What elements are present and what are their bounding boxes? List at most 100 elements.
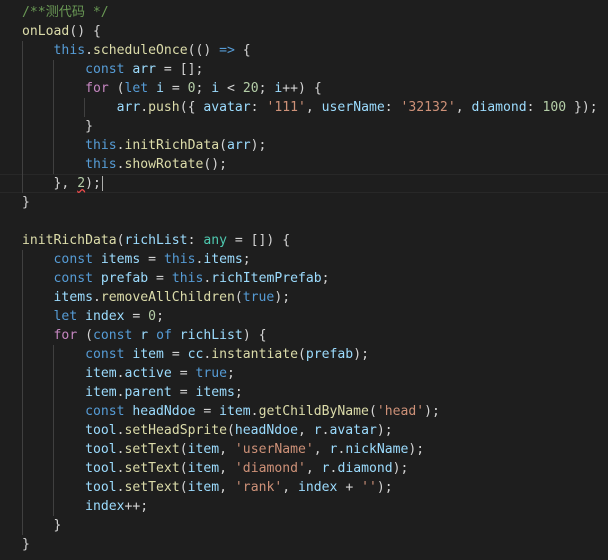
code-token: index [298,480,338,495]
code-token: . [92,290,101,305]
code-token: true [195,366,228,381]
indentation [22,461,85,476]
code-token: , [305,100,322,115]
code-token: setText [124,461,180,476]
code-text: tool.setText(item, 'rank', index + ''); [22,478,393,497]
code-token: ); [408,442,425,457]
indentation [22,271,54,286]
code-line[interactable]: this.showRotate(); [0,155,608,174]
code-line[interactable]: for (const r of richList) { [0,326,608,345]
indentation [22,138,85,153]
code-line[interactable]: tool.setText(item, 'rank', index + ''); [0,478,608,497]
code-text: items.removeAllChildren(true); [22,288,291,307]
indentation [22,81,85,96]
code-line[interactable]: arr.push({ avatar: '111', userName: '321… [0,98,608,117]
code-token: = []) { [227,233,291,248]
code-token: 'rank' [234,480,283,495]
code-token: /**测代码 */ [22,5,109,20]
code-token: 'head' [376,404,425,419]
code-line[interactable]: } [0,535,608,554]
code-token: . [250,404,259,419]
code-token: } [85,119,93,134]
code-token: scheduleOnce [92,43,188,58]
code-line[interactable]: item.parent = items; [0,383,608,402]
code-token: , [219,442,235,457]
code-token: initRichData [22,233,117,248]
code-text: const prefab = this.richItemPrefab; [22,269,330,288]
code-token: const [85,347,125,362]
code-token: const [53,252,93,267]
code-line[interactable]: } [0,117,608,136]
code-token: ++; [124,499,149,514]
code-token: richList [179,328,243,343]
code-line[interactable] [0,212,608,231]
code-text: index++; [22,497,148,516]
code-token: tool [85,480,117,495]
code-token: { [234,43,251,58]
code-line[interactable]: tool.setText(item, 'userName', r.nickNam… [0,440,608,459]
code-token: ++) { [282,81,322,96]
indentation [22,252,54,267]
code-line[interactable]: const headNdoe = item.getChildByName('he… [0,402,608,421]
code-token: ; [234,385,243,400]
code-line[interactable]: } [0,516,608,535]
code-token: ( [297,347,306,362]
code-line[interactable]: /**测代码 */ [0,3,608,22]
code-text: } [22,117,93,136]
code-line[interactable]: } [0,193,608,212]
code-line[interactable]: this.initRichData(arr); [0,136,608,155]
code-token: = [195,404,220,419]
code-line[interactable]: tool.setText(item, 'diamond', r.diamond)… [0,459,608,478]
code-token: 100 [542,100,567,115]
code-text: arr.push({ avatar: '111', userName: '321… [22,98,598,117]
code-token: index [85,309,125,324]
code-token: < [219,81,243,96]
code-token: (() [187,43,220,58]
code-text: tool.setHeadSprite(headNdoe, r.avatar); [22,421,393,440]
code-line[interactable]: for (let i = 0; i < 20; i++) { [0,79,608,98]
current-code-line[interactable]: }, 2); [0,174,608,193]
code-token: : [526,100,543,115]
code-token: => [219,43,235,58]
code-token: diamond [337,461,393,476]
code-line[interactable]: this.scheduleOnce(() => { [0,41,608,60]
code-line[interactable]: onLoad() { [0,22,608,41]
code-token: userName [321,100,385,115]
code-token: , [455,100,472,115]
code-text: item.parent = items; [22,383,243,402]
code-line[interactable]: initRichData(richList: any = []) { [0,231,608,250]
code-token: r [321,461,330,476]
code-token: tool [85,461,117,476]
code-token: ; [195,81,212,96]
code-text: for (let i = 0; i < 20; i++) { [22,79,322,98]
code-token: '111' [266,100,306,115]
code-line[interactable]: items.removeAllChildren(true); [0,288,608,307]
code-token: tool [85,423,117,438]
indentation [22,157,85,172]
code-token: = [148,271,172,286]
code-token: this [85,157,117,172]
code-line[interactable]: const item = cc.instantiate(prefab); [0,345,608,364]
code-token: ( [116,233,125,248]
code-token: showRotate [124,157,204,172]
code-token: } [22,195,30,210]
code-token: setText [124,480,180,495]
code-line[interactable]: const arr = []; [0,60,608,79]
code-token: headNdoe [234,423,298,438]
code-line[interactable]: item.active = true; [0,364,608,383]
code-token: richList [124,233,188,248]
code-token: this [53,43,86,58]
code-token: item [219,404,251,419]
code-token: of [156,328,172,343]
code-line[interactable]: index++; [0,497,608,516]
code-token: this [171,271,204,286]
code-line[interactable]: const items = this.items; [0,250,608,269]
code-line[interactable]: let index = 0; [0,307,608,326]
code-text: for (const r of richList) { [22,326,267,345]
code-editor[interactable]: /**测代码 */onLoad() { this.scheduleOnce(()… [0,0,608,560]
code-token: 0 [148,309,157,324]
code-line[interactable]: tool.setHeadSprite(headNdoe, r.avatar); [0,421,608,440]
code-line[interactable]: const prefab = this.richItemPrefab; [0,269,608,288]
code-token: const [85,62,125,77]
